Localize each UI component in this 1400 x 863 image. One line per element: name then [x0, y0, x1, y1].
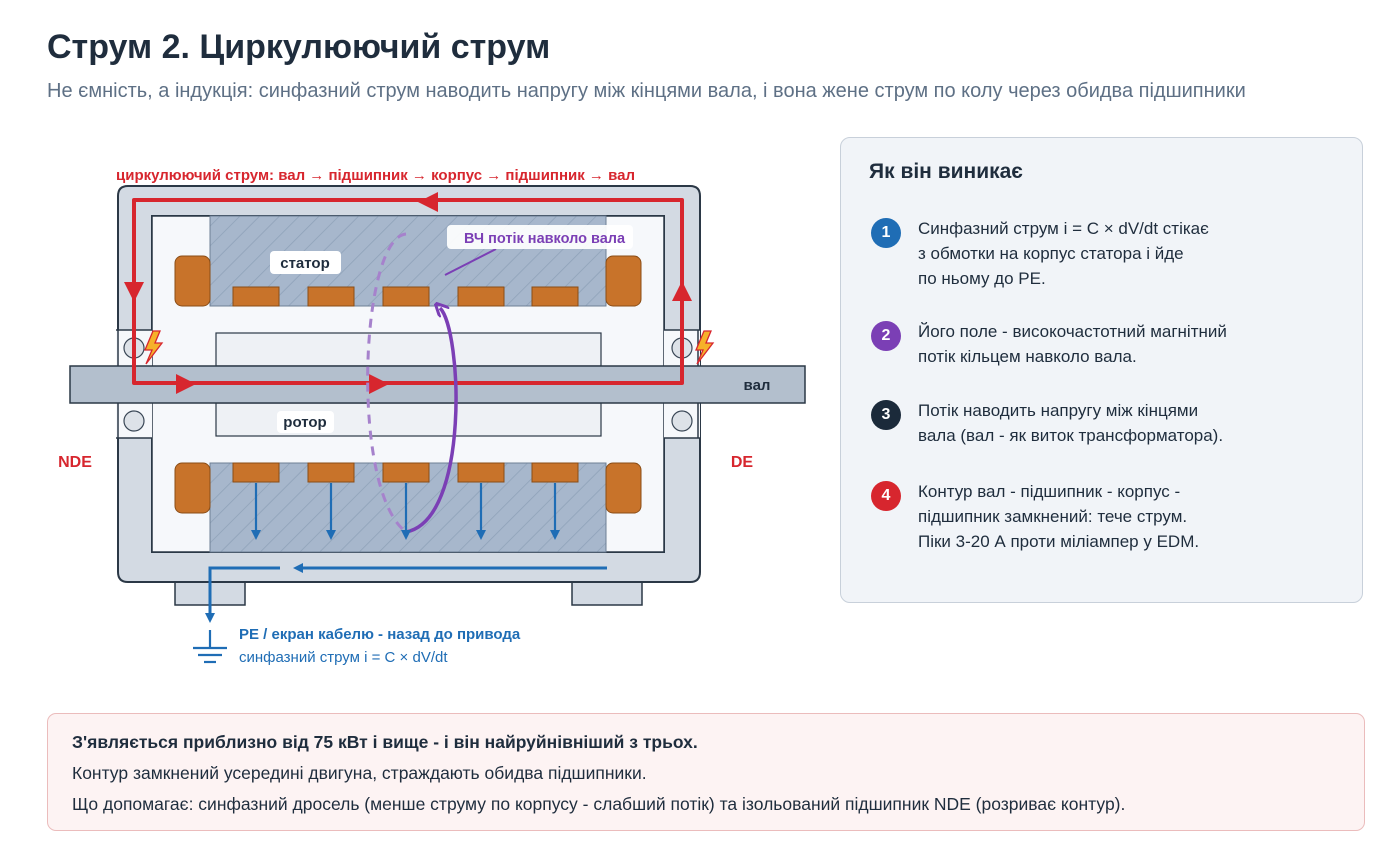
step-text: Потік наводить напругу між кінцями вала …: [918, 401, 1224, 445]
pe-label: PE / екран кабелю - назад до привода: [239, 626, 521, 643]
stator-label: статор: [280, 255, 330, 272]
step-number: 2: [871, 321, 901, 351]
loop-label: циркулюючий струм: вал → підшипник → кор…: [116, 167, 635, 184]
shaft-label: вал: [744, 377, 771, 394]
step-text: Його поле - високочастотний магнітний по…: [918, 322, 1227, 366]
de-label: DE: [731, 454, 754, 471]
step-text: Синфазний струм i = C × dV/dt стікає з о…: [918, 219, 1209, 288]
note-line: Контур замкнений усередині двигуна, стра…: [72, 763, 647, 783]
page-title: Струм 2. Циркулюючий струм: [47, 28, 551, 66]
step-number: 4: [871, 481, 901, 511]
page-subtitle: Не ємність, а індукція: синфазний струм …: [47, 80, 1246, 102]
rotor-bottom: [215, 402, 602, 437]
summary-note: З'являється приблизно від 75 кВт і вище …: [47, 713, 1365, 831]
explanation-panel: Як він виникає 1 Синфазний струм i = C ×…: [840, 137, 1363, 603]
ground-icon: [193, 630, 227, 664]
end-winding-top-right: [605, 255, 642, 307]
step-text: Контур вал - підшипник - корпус - підшип…: [918, 482, 1200, 551]
panel-title: Як він виникає: [869, 160, 1023, 183]
nde-label: NDE: [58, 454, 92, 471]
motor-foot-right: [571, 579, 643, 606]
flux-label: ВЧ потік навколо вала: [464, 231, 626, 247]
rotor-top: [215, 332, 602, 367]
pe-sublabel: синфазний струм i = C × dV/dt: [239, 649, 448, 666]
step-number: 1: [871, 218, 901, 248]
note-headline: З'являється приблизно від 75 кВт і вище …: [72, 732, 698, 752]
end-winding-top-left: [174, 255, 211, 307]
note-line: Що допомагає: синфазний дросель (менше с…: [72, 794, 1126, 814]
motor-diagram: циркулюючий струм: вал → підшипник → кор…: [58, 167, 806, 666]
end-winding-bottom-left: [174, 462, 211, 514]
rotor-label: ротор: [283, 414, 326, 431]
step-number: 3: [871, 400, 901, 430]
end-winding-bottom-right: [605, 462, 642, 514]
